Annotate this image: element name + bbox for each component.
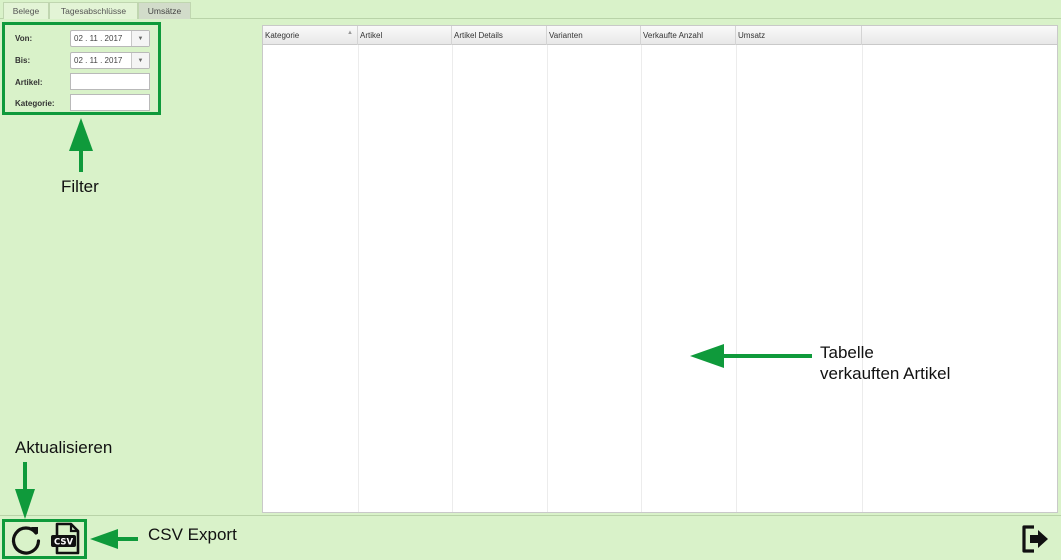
- csv-file-icon[interactable]: CSV: [50, 522, 82, 556]
- column-header-umsatz[interactable]: Umsatz: [736, 26, 862, 45]
- sort-up-icon: ▲: [347, 30, 353, 36]
- column-header-varianten[interactable]: Varianten: [547, 26, 641, 45]
- annotation-refresh: Aktualisieren: [15, 438, 113, 457]
- from-date-field[interactable]: 02 . 11 . 2017 ▼: [70, 30, 150, 47]
- tab-bar: Belege Tagesabschlüsse Umsätze: [0, 0, 1061, 19]
- to-label: Bis:: [15, 55, 31, 65]
- column-header-verkaufte-anzahl[interactable]: Verkaufte Anzahl: [641, 26, 736, 45]
- column-label: Varianten: [549, 31, 583, 40]
- annotation-csv-export: CSV Export: [148, 525, 237, 544]
- tab-belege[interactable]: Belege: [3, 2, 49, 19]
- article-input[interactable]: [70, 73, 150, 90]
- article-label: Artikel:: [15, 77, 43, 87]
- chevron-down-icon[interactable]: ▼: [131, 31, 149, 46]
- column-label: Artikel Details: [454, 31, 503, 40]
- column-label: Verkaufte Anzahl: [643, 31, 704, 40]
- logout-icon[interactable]: [1020, 522, 1050, 556]
- sales-table[interactable]: Kategorie ▲ Artikel Artikel Details Vari…: [262, 25, 1058, 513]
- column-divider: [358, 45, 359, 512]
- tab-tagesabschluesse[interactable]: Tagesabschlüsse: [49, 2, 138, 19]
- category-label: Kategorie:: [15, 98, 55, 108]
- column-divider: [736, 45, 737, 512]
- column-divider: [452, 45, 453, 512]
- svg-text:CSV: CSV: [54, 538, 74, 548]
- column-header-artikel-details[interactable]: Artikel Details: [452, 26, 547, 45]
- tab-umsaetze[interactable]: Umsätze: [138, 2, 191, 19]
- arrow-down-icon: [15, 462, 35, 519]
- table-header: Kategorie ▲ Artikel Artikel Details Vari…: [263, 26, 1057, 45]
- column-divider: [547, 45, 548, 512]
- column-divider: [641, 45, 642, 512]
- annotation-table-line2: verkauften Artikel: [820, 364, 951, 383]
- column-label: Artikel: [360, 31, 383, 40]
- category-input[interactable]: [70, 94, 150, 111]
- chevron-down-icon[interactable]: ▼: [131, 53, 149, 68]
- refresh-icon[interactable]: [9, 524, 43, 557]
- annotation-table-line1: Tabelle: [820, 343, 874, 362]
- to-date-value: 02 . 11 . 2017: [74, 56, 123, 65]
- column-divider: [862, 45, 863, 512]
- column-label: Umsatz: [738, 31, 766, 40]
- to-date-field[interactable]: 02 . 11 . 2017 ▼: [70, 52, 150, 69]
- from-date-value: 02 . 11 . 2017: [74, 34, 123, 43]
- from-label: Von:: [15, 33, 33, 43]
- annotation-filter: Filter: [61, 177, 99, 196]
- column-label: Kategorie: [265, 31, 300, 40]
- filter-panel: Von: 02 . 11 . 2017 ▼ Bis: 02 . 11 . 201…: [2, 22, 161, 115]
- column-header-kategorie[interactable]: Kategorie ▲: [263, 26, 358, 45]
- arrow-up-icon: [69, 118, 93, 172]
- column-header-artikel[interactable]: Artikel: [358, 26, 452, 45]
